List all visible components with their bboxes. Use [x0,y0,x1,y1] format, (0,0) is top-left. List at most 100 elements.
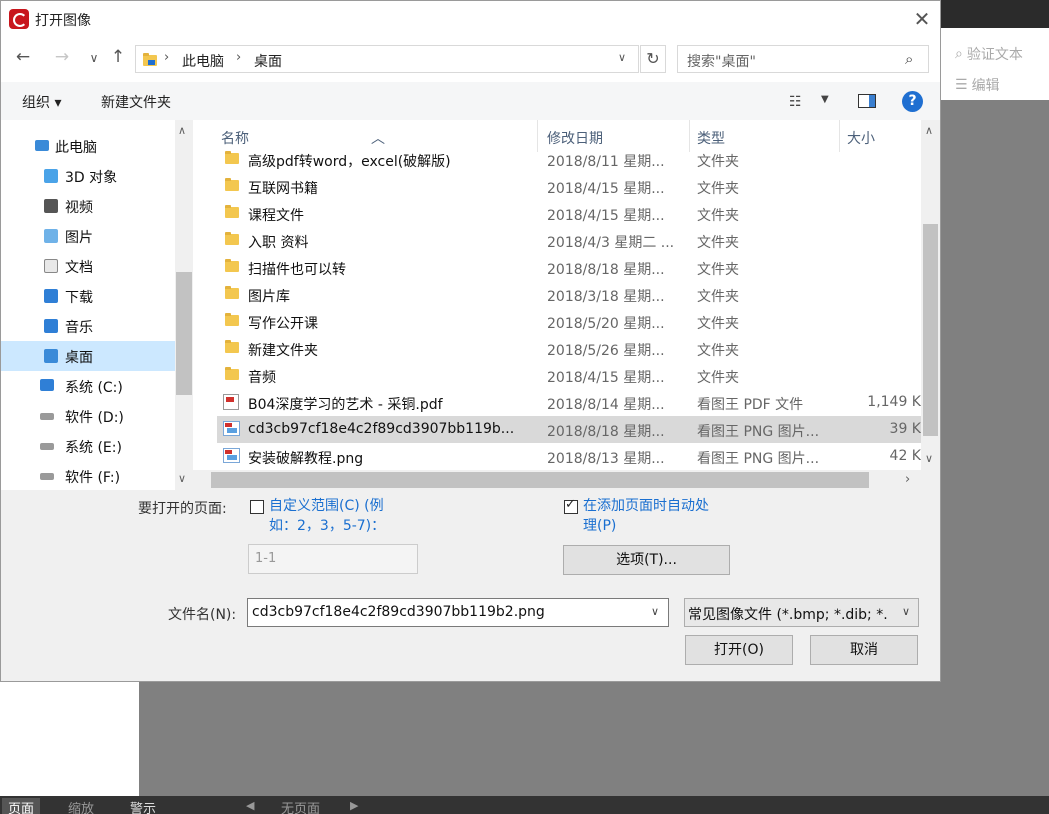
sidebar-item-downloads[interactable]: 下载 [1,281,175,311]
folder-icon [225,340,239,353]
sidebar-item-desktop[interactable]: 桌面 [1,341,175,371]
breadcrumb-this-pc[interactable]: 此电脑 [182,51,224,71]
file-row[interactable]: 高级pdf转word，excel(破解版) 2018/8/11 星期... 文件夹 [217,146,921,173]
file-row[interactable]: 课程文件 2018/4/15 星期... 文件夹 [217,200,921,227]
filename-dropdown-icon[interactable]: ∨ [651,605,659,618]
scrollbar-thumb[interactable] [211,472,869,488]
history-chevron-icon[interactable]: ∨ [83,51,105,65]
scroll-up-icon[interactable]: ∧ [925,124,933,137]
file-date: 2018/4/3 星期二 ... [547,235,675,251]
status-alert-tab[interactable]: 警示 [130,798,156,814]
sidebar-item-documents[interactable]: 文档 [1,251,175,281]
scroll-right-icon[interactable]: › [905,472,910,487]
file-date: 2018/8/11 星期... [547,154,665,170]
scrollbar-thumb[interactable] [923,224,938,436]
sidebar-item-drive-e[interactable]: 系统 (E:) [1,431,175,461]
scroll-down-icon[interactable]: ∨ [178,472,186,485]
breadcrumb-desktop[interactable]: 桌面 [254,51,282,71]
file-date: 2018/8/18 星期... [547,424,665,440]
file-row[interactable]: 写作公开课 2018/5/20 星期... 文件夹 [217,308,921,335]
page-range-input[interactable]: 1-1 [248,544,418,574]
chevron-down-icon[interactable]: ∨ [902,605,1049,618]
back-arrow-icon[interactable]: ← [12,47,34,67]
file-row[interactable]: 新建文件夹 2018/5/26 星期... 文件夹 [217,335,921,362]
file-row[interactable]: 入职 资料 2018/4/3 星期二 ... 文件夹 [217,227,921,254]
address-bar[interactable]: › 此电脑 › 桌面 ∨ [135,45,639,73]
sidebar-item-drive-d[interactable]: 软件 (D:) [1,401,175,431]
file-size: 42 K [889,448,921,464]
file-type-select[interactable]: 常见图像文件 (*.bmp; *.dib; *. ∨ [684,598,919,627]
verify-text-tool[interactable]: ⌕ 验证文本 [955,44,1023,64]
search-icon[interactable]: ⌕ [905,50,913,68]
scroll-down-icon[interactable]: ∨ [925,452,933,465]
file-type: 文件夹 [697,154,739,170]
file-name: 扫描件也可以转 [248,262,346,278]
column-name[interactable]: 名称 [221,128,249,148]
file-date: 2018/3/18 星期... [547,289,665,305]
sidebar-item-drive-f[interactable]: 软件 (F:) [1,461,175,490]
up-arrow-icon[interactable]: ↑ [107,47,129,67]
custom-range-label-line1[interactable]: 自定义范围(C) (例 [269,497,384,516]
preview-pane-icon[interactable] [858,94,876,108]
sidebar-item-pictures[interactable]: 图片 [1,221,175,251]
file-size: 1,149 K [867,394,921,410]
view-dropdown-icon[interactable]: ▼ [821,94,829,105]
command-toolbar: 组织 ▾ 新建文件夹 ☷ ▼ ? [1,82,940,120]
file-list-vertical-scrollbar[interactable]: ∧ ∨ [921,120,940,470]
auto-process-label-line1[interactable]: 在添加页面时自动处 [583,497,709,516]
video-icon [44,199,58,213]
open-button[interactable]: 打开(O) [685,635,793,665]
file-date: 2018/4/15 星期... [547,208,665,224]
help-icon[interactable]: ? [902,91,923,112]
edit-icon: ☰ [955,77,968,93]
status-prev-icon[interactable]: ◀ [246,799,254,812]
sidebar-item-videos[interactable]: 视频 [1,191,175,221]
status-page-tab[interactable]: 页面 [2,798,41,814]
column-type[interactable]: 类型 [697,128,725,148]
dialog-title: 打开图像 [35,13,91,29]
address-dropdown-icon[interactable]: ∨ [618,51,626,64]
folder-icon [225,286,239,299]
options-button[interactable]: 选项(T)... [563,545,730,575]
status-next-icon[interactable]: ▶ [350,799,358,812]
scroll-up-icon[interactable]: ∧ [178,124,186,137]
navigation-pane-scrollbar[interactable]: ∧ ∨ [175,120,193,490]
close-icon[interactable]: ✕ [911,7,933,31]
organize-menu[interactable]: 组织 ▾ [22,92,61,112]
auto-process-label-line2[interactable]: 理(P) [583,517,616,536]
custom-range-label-line2[interactable]: 如：2，3，5-7)： [269,517,385,536]
sidebar-item-drive-c[interactable]: 系统 (C:) [1,371,175,401]
scrollbar-thumb[interactable] [176,272,192,395]
refresh-icon[interactable]: ↻ [640,45,666,73]
file-row[interactable]: 互联网书籍 2018/4/15 星期... 文件夹 [217,173,921,200]
cancel-button[interactable]: 取消 [810,635,918,665]
view-options-icon[interactable]: ☷ [789,94,802,110]
sidebar-item-this-pc[interactable]: 此电脑 [1,131,175,161]
file-row[interactable]: B04深度学习的艺术 - 采铜.pdf 2018/8/14 星期... 看图王 PD… [217,389,921,416]
auto-process-checkbox[interactable] [564,497,578,514]
new-folder-button[interactable]: 新建文件夹 [101,92,171,112]
column-size[interactable]: 大小 [847,128,875,148]
search-input[interactable]: 搜索"桌面" ⌕ [677,45,929,73]
file-row[interactable]: 音频 2018/4/15 星期... 文件夹 [217,362,921,389]
sidebar-item-3d-objects[interactable]: 3D 对象 [1,161,175,191]
custom-range-checkbox[interactable] [250,500,264,514]
file-date: 2018/5/20 星期... [547,316,665,332]
file-list-horizontal-scrollbar[interactable]: › [193,470,921,490]
file-row[interactable]: 扫描件也可以转 2018/8/18 星期... 文件夹 [217,254,921,281]
sidebar-item-music[interactable]: 音乐 [1,311,175,341]
file-type: 文件夹 [697,235,739,251]
file-name: 入职 资料 [248,235,309,251]
edit-tool[interactable]: ☰ 编辑 [955,75,1000,95]
filename-input[interactable]: cd3cb97cf18e4c2f89cd3907bb119b2.png ∨ [247,598,669,627]
status-zoom-tab[interactable]: 缩放 [68,798,94,814]
file-date: 2018/4/15 星期... [547,181,665,197]
computer-icon [35,140,49,151]
file-row[interactable]: 安装破解教程.png 2018/8/13 星期... 看图王 PNG 图片... 42… [217,443,921,470]
file-row[interactable]: 图片库 2018/3/18 星期... 文件夹 [217,281,921,308]
file-type: 文件夹 [697,370,739,386]
column-date[interactable]: 修改日期 [547,128,603,148]
file-row[interactable]: cd3cb97cf18e4c2f89cd3907bb119b... 2018/8/… [217,416,921,443]
file-type: 文件夹 [697,289,739,305]
forward-arrow-icon[interactable]: → [51,47,73,67]
